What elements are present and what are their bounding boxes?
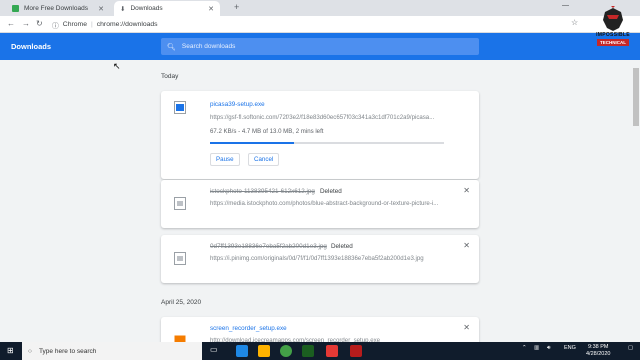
- camtasia-icon[interactable]: [302, 345, 314, 357]
- network-icon[interactable]: ▥: [534, 345, 539, 351]
- date-heading: Today: [161, 73, 179, 80]
- download-file-link[interactable]: picasa39-setup.exe: [210, 101, 265, 108]
- download-source-url[interactable]: https://media.istockphoto.com/photos/blu…: [210, 200, 446, 207]
- clock-time: 9:38 PM: [587, 344, 609, 350]
- tab-label: More Free Downloads: [24, 5, 88, 12]
- tab-label: Downloads: [130, 5, 163, 12]
- remove-from-list-icon[interactable]: ✕: [463, 323, 470, 332]
- tab-strip: More Free Downloads ✕ ⬇ Downloads ✕ + —: [0, 0, 640, 16]
- windows-taskbar: ⊞ ○ Type here to search ▭ ⌃ ▥ 🔊︎ ENG 9:3…: [0, 342, 640, 360]
- page-title: Downloads: [11, 42, 52, 51]
- file-icon: [174, 197, 186, 210]
- date-heading: April 25, 2020: [161, 299, 202, 306]
- red-app-icon[interactable]: [350, 345, 362, 357]
- download-progress-fill: [210, 142, 295, 144]
- address-bar[interactable]: ⓘ Chrome | chrome://downloads: [52, 18, 587, 31]
- forward-icon[interactable]: →: [22, 19, 30, 28]
- page-scrollbar[interactable]: [632, 60, 640, 342]
- omnibox-url: chrome://downloads: [96, 21, 158, 28]
- download-card: picasa39-setup.exe https://gsf-fl.softon…: [161, 91, 479, 179]
- mouse-cursor-icon: ↖: [113, 61, 121, 71]
- file-explorer-icon[interactable]: [258, 345, 270, 357]
- pause-button[interactable]: Pause: [210, 153, 240, 166]
- search-input[interactable]: [181, 43, 462, 50]
- search-icon: ○: [28, 347, 32, 355]
- download-card: 0d7ff1393e18836e7eba5f2ab200d1e3.jpg Del…: [161, 235, 479, 283]
- system-tray-arrow-icon[interactable]: ⌃: [522, 345, 527, 351]
- deleted-status: Deleted: [320, 188, 342, 195]
- downloads-header: Downloads 🔍︎: [0, 33, 640, 60]
- taskbar-search-placeholder: Type here to search: [38, 347, 97, 355]
- download-file-link[interactable]: screen_recorder_setup.exe: [210, 325, 287, 332]
- downloads-list: Today picasa39-setup.exe https://gsf-fl.…: [0, 60, 632, 357]
- watermark-line2: TECHNICAL: [597, 39, 629, 46]
- clock-date: 4/28/2020: [586, 351, 611, 357]
- windows-start-icon[interactable]: ⊞: [7, 346, 14, 355]
- notifications-icon[interactable]: ▢: [628, 345, 633, 351]
- scrollbar-thumb[interactable]: [633, 68, 639, 126]
- download-file-name: 0d7ff1393e18836e7eba5f2ab200d1e3.jpg: [210, 243, 327, 250]
- search-box[interactable]: 🔍︎: [161, 38, 479, 55]
- tab-more-free-downloads[interactable]: More Free Downloads ✕: [6, 1, 110, 16]
- recorder-app-icon[interactable]: [326, 345, 338, 357]
- bookmark-star-icon[interactable]: ☆: [571, 18, 578, 27]
- helmet-emblem-icon: [603, 6, 623, 31]
- close-tab-icon[interactable]: ✕: [98, 5, 104, 13]
- green-download-favicon: [12, 5, 19, 12]
- exe-file-icon: [174, 101, 186, 114]
- close-tab-icon[interactable]: ✕: [208, 5, 214, 13]
- chrome-icon[interactable]: [280, 345, 292, 357]
- download-progress-bar: [210, 142, 444, 144]
- back-icon[interactable]: ←: [7, 19, 15, 28]
- deleted-status: Deleted: [331, 243, 353, 250]
- language-indicator[interactable]: ENG: [564, 345, 576, 351]
- download-file-name: istockphoto-1138395421-612x612.jpg: [210, 188, 315, 195]
- download-source-url[interactable]: https://i.pinimg.com/originals/0d/7f/f1/…: [210, 255, 446, 262]
- download-card: istockphoto-1138395421-612x612.jpg Delet…: [161, 180, 479, 228]
- remove-from-list-icon[interactable]: ✕: [463, 186, 470, 195]
- remove-from-list-icon[interactable]: ✕: [463, 241, 470, 250]
- omnibox-separator: |: [90, 21, 93, 28]
- minimize-icon[interactable]: —: [562, 2, 569, 9]
- chrome-info-icon: ⓘ: [52, 22, 59, 30]
- watermark-logo: IMPOSSIBLE TECHNICAL: [591, 6, 635, 50]
- tab-downloads[interactable]: ⬇ Downloads ✕: [114, 1, 220, 16]
- volume-icon[interactable]: 🔊︎: [547, 345, 550, 352]
- task-view-icon[interactable]: ▭: [210, 345, 222, 357]
- download-arrow-icon: ⬇: [120, 5, 126, 13]
- omnibox-chip: Chrome: [62, 21, 87, 28]
- taskbar-clock[interactable]: 9:38 PM 4/28/2020: [586, 344, 610, 358]
- taskbar-search[interactable]: ○ Type here to search: [22, 342, 202, 360]
- cancel-button[interactable]: Cancel: [248, 153, 280, 166]
- browser-toolbar: ← → ↻ ⓘ Chrome | chrome://downloads ☆: [0, 16, 640, 33]
- watermark-line1: IMPOSSIBLE: [596, 32, 630, 38]
- download-progress-text: 67.2 KB/s - 4.7 MB of 13.0 MB, 2 mins le…: [210, 128, 324, 135]
- download-source-url[interactable]: https://gsf-fl.softonic.com/72f/3e2/f18e…: [210, 114, 446, 121]
- new-tab-icon[interactable]: +: [234, 2, 239, 12]
- file-icon: [174, 252, 186, 265]
- edge-icon[interactable]: [236, 345, 248, 357]
- search-icon: 🔍︎: [167, 43, 176, 51]
- reload-icon[interactable]: ↻: [36, 19, 43, 28]
